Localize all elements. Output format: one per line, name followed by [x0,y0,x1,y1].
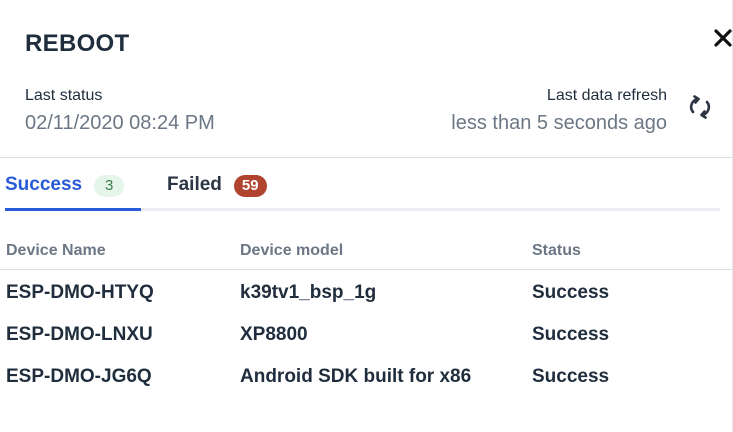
device-model-cell: Android SDK built for x86 [240,366,472,387]
device-table: Device Name Device model Status ESP-DMO-… [0,232,733,396]
tab-failed-label: Failed [167,174,222,195]
status-cell: Success [532,324,610,345]
device-name-cell: ESP-DMO-LNXU [6,324,153,345]
reboot-dialog: REBOOT Last status 02/11/2020 08:24 PM L… [0,0,733,432]
last-status: Last status 02/11/2020 08:24 PM [25,86,215,136]
header-divider [0,157,733,158]
device-name-cell: ESP-DMO-JG6Q [6,366,152,387]
last-refresh-label: Last data refresh [546,87,667,104]
tab-success[interactable]: Success 3 [5,170,141,211]
active-tab-indicator [5,208,141,211]
last-status-label: Last status [25,87,103,104]
last-status-value: 02/11/2020 08:24 PM [25,112,215,134]
table-header: Device Name Device model Status [0,232,733,270]
device-model-cell: k39tv1_bsp_1g [240,282,377,303]
device-model-cell: XP8800 [240,324,308,345]
device-name-cell: ESP-DMO-HTYQ [6,282,154,303]
dialog-title: REBOOT [25,30,130,57]
status-cell: Success [532,366,610,387]
close-icon[interactable] [711,26,733,50]
table-row[interactable]: ESP-DMO-JG6Q Android SDK built for x86 S… [0,354,733,396]
success-count-badge: 3 [94,175,125,197]
tab-success-label: Success [5,174,83,195]
refresh-icon[interactable] [685,92,715,122]
tab-failed[interactable]: Failed 59 [167,170,307,211]
column-header-device-name[interactable]: Device Name [6,242,106,260]
last-refresh-value: less than 5 seconds ago [451,112,667,134]
status-cell: Success [532,282,610,303]
failed-count-badge: 59 [233,175,267,197]
table-row[interactable]: ESP-DMO-LNXU XP8800 Success [0,312,733,354]
column-header-status[interactable]: Status [532,242,581,260]
column-header-device-model[interactable]: Device model [240,242,343,260]
last-data-refresh: Last data refresh less than 5 seconds ag… [451,86,667,136]
result-tabs: Success 3 Failed 59 [5,170,720,212]
table-row[interactable]: ESP-DMO-HTYQ k39tv1_bsp_1g Success [0,270,733,312]
